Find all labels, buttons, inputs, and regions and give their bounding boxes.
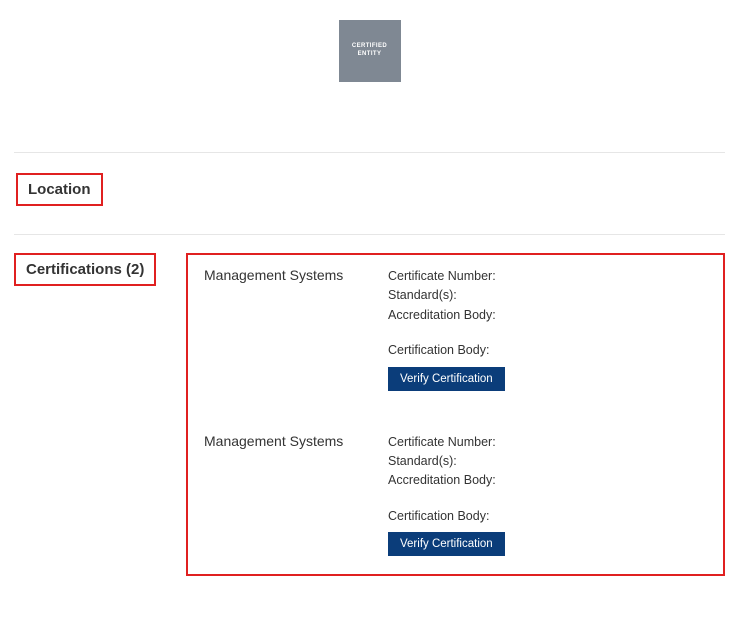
badge-line-1: CERTIFIED bbox=[352, 43, 387, 49]
certification-type: Management Systems bbox=[204, 433, 388, 449]
badge-text: CERTIFIED ENTITY bbox=[352, 43, 387, 59]
logo-area: CERTIFIED ENTITY bbox=[14, 14, 725, 152]
certification-body-label: Certification Body: bbox=[388, 341, 707, 360]
badge-line-2: ENTITY bbox=[358, 51, 382, 57]
certification-body-label: Certification Body: bbox=[388, 507, 707, 526]
certifications-list: Management Systems Certificate Number: S… bbox=[186, 253, 725, 576]
certifications-section: Certifications (2) Management Systems Ce… bbox=[14, 235, 725, 576]
certifications-heading: Certifications (2) bbox=[14, 253, 156, 286]
standards-label: Standard(s): bbox=[388, 452, 707, 471]
certifications-left: Certifications (2) bbox=[14, 253, 186, 286]
standards-label: Standard(s): bbox=[388, 286, 707, 305]
certification-item: Management Systems Certificate Number: S… bbox=[204, 433, 707, 557]
certificate-number-label: Certificate Number: bbox=[388, 433, 707, 452]
certificate-number-label: Certificate Number: bbox=[388, 267, 707, 286]
accreditation-body-label: Accreditation Body: bbox=[388, 306, 707, 325]
location-heading: Location bbox=[16, 173, 103, 206]
certification-type: Management Systems bbox=[204, 267, 388, 283]
verify-certification-button[interactable]: Verify Certification bbox=[388, 367, 505, 391]
certified-entity-badge: CERTIFIED ENTITY bbox=[339, 20, 401, 82]
accreditation-body-label: Accreditation Body: bbox=[388, 471, 707, 490]
location-section: Location bbox=[14, 153, 725, 234]
certification-fields: Certificate Number: Standard(s): Accredi… bbox=[388, 433, 707, 557]
verify-certification-button[interactable]: Verify Certification bbox=[388, 532, 505, 556]
certification-item: Management Systems Certificate Number: S… bbox=[204, 267, 707, 391]
certification-fields: Certificate Number: Standard(s): Accredi… bbox=[388, 267, 707, 391]
